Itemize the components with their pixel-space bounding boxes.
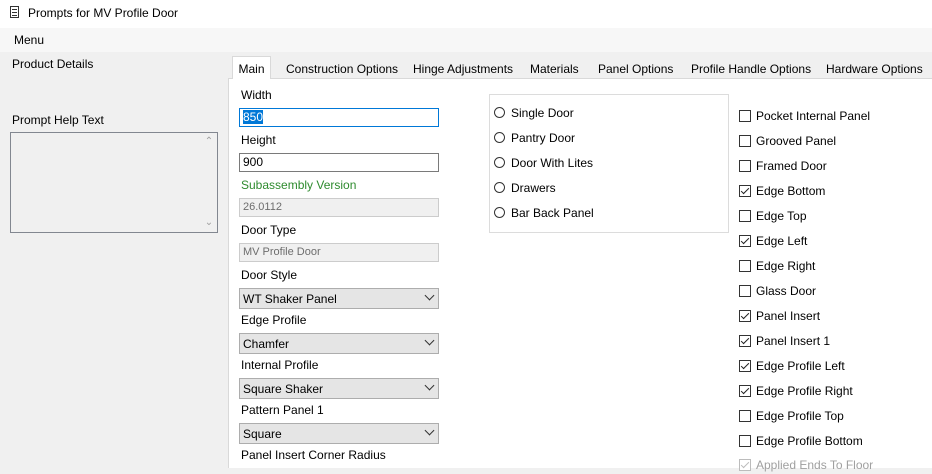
- width-value: 850: [243, 110, 264, 124]
- height-value: 900: [243, 155, 264, 169]
- edge-profile-value: Chamfer: [243, 337, 290, 351]
- prompt-help-label: Prompt Help Text: [12, 113, 104, 127]
- height-input[interactable]: 900: [239, 153, 439, 172]
- checkbox-icon[interactable]: [739, 410, 751, 422]
- checkbox-icon[interactable]: [739, 285, 751, 297]
- radio-label: Single Door: [511, 106, 574, 120]
- menu-bar: Menu: [0, 28, 932, 52]
- radio-label: Bar Back Panel: [511, 206, 594, 220]
- door-type-value: MV Profile Door: [243, 246, 321, 258]
- checkbox-label: Edge Top: [756, 209, 807, 223]
- checkbox-icon[interactable]: [739, 135, 751, 147]
- checkbox-label: Edge Profile Top: [756, 409, 844, 423]
- checkbox-label: Edge Profile Bottom: [756, 434, 863, 448]
- radio-circle-icon[interactable]: [494, 157, 505, 168]
- scroll-down-icon[interactable]: ⌄: [203, 217, 215, 229]
- door-style-label: Door Style: [241, 268, 298, 282]
- tab-hinge-adjustments[interactable]: Hinge Adjustments: [413, 62, 513, 76]
- subassembly-version-value: 26.0112: [243, 201, 282, 213]
- checkbox-label: Edge Bottom: [756, 184, 826, 198]
- tab-materials[interactable]: Materials: [530, 62, 579, 76]
- subassembly-version-label: Subassembly Version: [241, 178, 357, 192]
- checkbox-label: Edge Right: [756, 259, 816, 273]
- tab-profile-handle-options[interactable]: Profile Handle Options: [691, 62, 811, 76]
- chevron-down-icon: [424, 290, 435, 301]
- radio-circle-icon[interactable]: [494, 132, 505, 143]
- menu-button[interactable]: Menu: [14, 33, 44, 47]
- checkbox-icon[interactable]: [739, 260, 751, 272]
- internal-profile-value: Square Shaker: [243, 382, 324, 396]
- radio-circle-icon[interactable]: [494, 107, 505, 118]
- checkbox-label: Panel Insert: [756, 309, 821, 323]
- door-style-dropdown[interactable]: WT Shaker Panel: [239, 288, 439, 309]
- edge-profile-dropdown[interactable]: Chamfer: [239, 333, 439, 354]
- corner-radius-label: Panel Insert Corner Radius: [241, 448, 386, 462]
- radio-label: Drawers: [511, 181, 556, 195]
- checkbox-icon[interactable]: [739, 435, 751, 447]
- checkbox-label: Glass Door: [756, 284, 817, 298]
- checkbox-label: Grooved Panel: [756, 134, 837, 148]
- pattern-panel-dropdown[interactable]: Square: [239, 423, 439, 444]
- internal-profile-dropdown[interactable]: Square Shaker: [239, 378, 439, 399]
- checkbox-icon[interactable]: [739, 110, 751, 122]
- chevron-down-icon: [424, 335, 435, 346]
- tab-construction-options[interactable]: Construction Options: [286, 62, 398, 76]
- door-type-label: Door Type: [241, 223, 297, 237]
- checkbox-checked-icon[interactable]: [739, 310, 751, 322]
- checkbox-checked-icon[interactable]: [739, 360, 751, 372]
- checkbox-label: Applied Ends To Floor: [756, 458, 874, 472]
- width-label: Width: [241, 88, 272, 102]
- tab-main[interactable]: Main: [232, 56, 271, 79]
- product-details-label: Product Details: [12, 57, 94, 71]
- checkbox-label: Edge Left: [756, 234, 808, 248]
- checkbox-label: Edge Profile Right: [756, 384, 853, 398]
- subassembly-version-field: 26.0112: [239, 198, 439, 217]
- height-label: Height: [241, 133, 276, 147]
- checkbox-checked-icon[interactable]: [739, 335, 751, 347]
- document-icon: [10, 6, 19, 18]
- chevron-down-icon: [424, 380, 435, 391]
- checkbox-checked-icon[interactable]: [739, 235, 751, 247]
- checkbox-icon[interactable]: [739, 210, 751, 222]
- door-style-value: WT Shaker Panel: [243, 292, 337, 306]
- chevron-down-icon: [424, 425, 435, 436]
- checkbox-label: Framed Door: [756, 159, 827, 173]
- width-input[interactable]: 850: [239, 108, 439, 127]
- checkbox-label: Edge Profile Left: [756, 359, 845, 373]
- radio-circle-icon[interactable]: [494, 207, 505, 218]
- radio-circle-icon[interactable]: [494, 182, 505, 193]
- edge-profile-label: Edge Profile: [241, 313, 307, 327]
- internal-profile-label: Internal Profile: [241, 358, 319, 372]
- radio-label: Door With Lites: [511, 156, 594, 170]
- scroll-up-icon[interactable]: ⌃: [203, 136, 215, 148]
- prompt-help-textbox[interactable]: ⌃ ⌄: [10, 132, 218, 233]
- checkbox-checked-icon[interactable]: [739, 385, 751, 397]
- title-bar: Prompts for MV Profile Door: [0, 0, 932, 28]
- radio-label: Pantry Door: [511, 131, 576, 145]
- checkbox-checked-icon: [739, 459, 751, 471]
- checkbox-label: Panel Insert 1: [756, 334, 831, 348]
- tab-hardware-options[interactable]: Hardware Options: [826, 62, 923, 76]
- door-type-field: MV Profile Door: [239, 243, 439, 262]
- pattern-panel-label: Pattern Panel 1: [241, 403, 324, 417]
- window-title: Prompts for MV Profile Door: [28, 6, 179, 20]
- tab-panel-options[interactable]: Panel Options: [598, 62, 673, 76]
- pattern-panel-value: Square: [243, 427, 282, 441]
- checkbox-label: Pocket Internal Panel: [756, 109, 871, 123]
- checkbox-icon[interactable]: [739, 160, 751, 172]
- checkbox-checked-icon[interactable]: [739, 185, 751, 197]
